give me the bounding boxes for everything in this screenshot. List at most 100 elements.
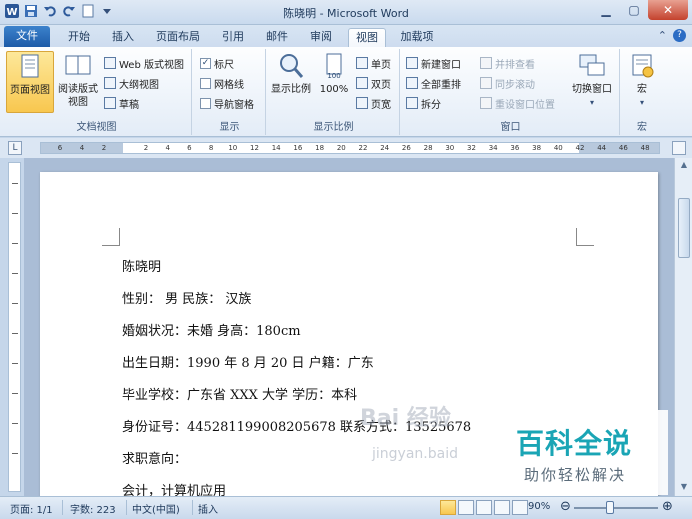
ribbon-minimize-icon[interactable]: ⌃ bbox=[658, 29, 667, 42]
one-page-button[interactable]: 单页 bbox=[356, 55, 391, 71]
tab-view[interactable]: 视图 bbox=[348, 28, 386, 47]
zoom-out-icon[interactable]: ⊖ bbox=[560, 499, 571, 514]
ruler-tick-label: 4 bbox=[79, 144, 85, 152]
zoom-100-button[interactable]: 100 100% bbox=[316, 51, 352, 103]
minimize-button[interactable]: ▁ bbox=[592, 0, 620, 20]
ruler-tick-label: 22 bbox=[358, 144, 368, 152]
ruler-checkbox[interactable]: ✓ 标尺 bbox=[200, 55, 234, 71]
new-window-button[interactable]: 新建窗口 bbox=[406, 55, 461, 71]
scroll-up-icon[interactable]: ▲ bbox=[678, 160, 690, 172]
web-layout-icon bbox=[104, 57, 116, 69]
ruler-tick-label: 34 bbox=[488, 144, 498, 152]
print-layout-view-icon[interactable] bbox=[440, 500, 456, 515]
tab-row-icons: ⌃ ? bbox=[658, 29, 686, 42]
group-document-views: 页面视图 阅读版式视图 Web 版式视图 大纲视图 草稿 文档视图 bbox=[2, 49, 192, 135]
arrange-all-button[interactable]: 全部重排 bbox=[406, 75, 461, 91]
reading-view-icon[interactable] bbox=[458, 500, 474, 515]
group-window: 新建窗口 全部重排 拆分 并排查看 同步滚动 重设窗口位置 切换窗口 ▾ 窗口 bbox=[402, 49, 620, 135]
ruler-tick-label: 44 bbox=[597, 144, 607, 152]
ruler-tick-label: 24 bbox=[380, 144, 390, 152]
outline-view-icon[interactable] bbox=[494, 500, 510, 515]
view-ruler-button[interactable] bbox=[672, 141, 686, 155]
page-width-button[interactable]: 页宽 bbox=[356, 95, 391, 111]
zoom-level[interactable]: 90% bbox=[528, 501, 550, 512]
horizontal-ruler: L 642 2 4 6 8 10 12 14 16 18 20 22 24 26 28 30 32 34 36 38… bbox=[0, 138, 692, 158]
macros-button[interactable]: 宏 ▾ bbox=[626, 51, 658, 113]
tab-file[interactable]: 文件 bbox=[4, 26, 50, 47]
gridlines-checkbox[interactable]: 网格线 bbox=[200, 75, 244, 91]
ruler-tick-label: 18 bbox=[315, 144, 325, 152]
ruler-tick-label: 16 bbox=[293, 144, 303, 152]
full-screen-reading-button[interactable]: 阅读版式视图 bbox=[56, 51, 100, 113]
name-line: 陈晓明 bbox=[122, 260, 162, 275]
tab-insert[interactable]: 插入 bbox=[104, 28, 142, 47]
sync-scroll-icon bbox=[480, 77, 492, 89]
switch-windows-icon bbox=[577, 51, 607, 81]
group-macros: 宏 ▾ 宏 bbox=[622, 49, 662, 135]
web-layout-button[interactable]: Web 版式视图 bbox=[104, 55, 184, 71]
vertical-scrollbar[interactable]: ▲ ▼ bbox=[674, 158, 692, 496]
watermark-subtitle: 助你轻松解决 bbox=[524, 466, 627, 484]
marital-line: 婚姻状况：未婚 身高：180cm bbox=[122, 324, 301, 339]
group-label-zoom: 显示比例 bbox=[313, 122, 354, 133]
reset-window-button[interactable]: 重设窗口位置 bbox=[480, 95, 555, 111]
nav-pane-checkbox[interactable]: 导航窗格 bbox=[200, 95, 254, 111]
watermark-title: 百科全说 bbox=[516, 427, 633, 460]
group-label-document-views: 文档视图 bbox=[76, 122, 117, 133]
draft-view-icon[interactable] bbox=[512, 500, 528, 515]
sync-scroll-button[interactable]: 同步滚动 bbox=[480, 75, 535, 91]
tab-page-layout[interactable]: 页面布局 bbox=[148, 28, 208, 47]
scroll-down-icon[interactable]: ▼ bbox=[678, 482, 690, 494]
page-100-icon: 100 bbox=[319, 51, 349, 81]
word-count[interactable]: 字数: 223 bbox=[70, 501, 116, 516]
help-icon[interactable]: ? bbox=[673, 29, 686, 42]
outline-icon bbox=[104, 77, 116, 89]
close-button[interactable]: ✕ bbox=[648, 0, 688, 20]
ruler-tick-label: 2 bbox=[101, 144, 107, 152]
draft-button[interactable]: 草稿 bbox=[104, 95, 139, 111]
insert-mode[interactable]: 插入 bbox=[198, 501, 218, 516]
tab-selector[interactable]: L bbox=[8, 141, 22, 155]
zoom-slider-handle[interactable] bbox=[606, 501, 614, 514]
tab-review[interactable]: 审阅 bbox=[302, 28, 340, 47]
outline-button[interactable]: 大纲视图 bbox=[104, 75, 159, 91]
ruler-check-icon: ✓ bbox=[200, 57, 211, 69]
ruler-tick-label: 32 bbox=[467, 144, 476, 152]
tab-references[interactable]: 引用 bbox=[214, 28, 252, 47]
reading-view-icon bbox=[63, 51, 93, 81]
two-pages-button[interactable]: 双页 bbox=[356, 75, 391, 91]
group-label-window: 窗口 bbox=[500, 122, 521, 133]
language[interactable]: 中文(中国) bbox=[132, 501, 180, 516]
ruler-tick-label: 10 bbox=[228, 144, 238, 152]
gender-line: 性别： 男 民族： 汉族 bbox=[122, 292, 252, 307]
group-label-macros: 宏 bbox=[637, 122, 647, 133]
zoom-button[interactable]: 显示比例 bbox=[270, 51, 312, 103]
draft-icon bbox=[104, 97, 116, 109]
zoom-in-icon[interactable]: ⊕ bbox=[662, 499, 673, 514]
print-layout-icon bbox=[15, 52, 45, 82]
split-button[interactable]: 拆分 bbox=[406, 95, 441, 111]
svg-text:100: 100 bbox=[327, 72, 340, 80]
tab-mailings[interactable]: 邮件 bbox=[258, 28, 296, 47]
intent-line: 求职意向： bbox=[122, 452, 188, 467]
ruler-bar[interactable]: 642 2 4 6 8 10 12 14 16 18 20 22 24 26 28 30 32 34 36 38 40… bbox=[40, 142, 660, 154]
ruler-tick-label: 48 bbox=[640, 144, 650, 152]
margin-corner-mark bbox=[102, 228, 120, 246]
status-bar: 页面: 1/1 字数: 223 中文(中国) 插入 90% ⊖ ⊕ bbox=[0, 496, 692, 519]
switch-windows-button[interactable]: 切换窗口 ▾ bbox=[568, 51, 616, 113]
web-view-icon[interactable] bbox=[476, 500, 492, 515]
tab-addins[interactable]: 加载项 bbox=[394, 28, 440, 47]
baidu-watermark-url: jingyan.baid bbox=[372, 446, 458, 462]
window-title: 陈晓明 - Microsoft Word bbox=[283, 7, 409, 20]
ruler-tick-label: 20 bbox=[336, 144, 346, 152]
tab-home[interactable]: 开始 bbox=[60, 28, 98, 47]
page-count[interactable]: 页面: 1/1 bbox=[10, 501, 53, 516]
one-page-icon bbox=[356, 57, 368, 69]
side-by-side-button[interactable]: 并排查看 bbox=[480, 55, 535, 71]
macros-icon bbox=[627, 51, 657, 81]
scroll-thumb[interactable] bbox=[678, 198, 690, 258]
print-layout-button[interactable]: 页面视图 bbox=[6, 51, 54, 113]
maximize-button[interactable]: ▢ bbox=[620, 0, 648, 20]
zoom-slider[interactable] bbox=[574, 507, 658, 509]
ribbon-tabs: 文件 开始 插入 页面布局 引用 邮件 审阅 视图 加载项 ⌃ ? bbox=[0, 25, 692, 47]
